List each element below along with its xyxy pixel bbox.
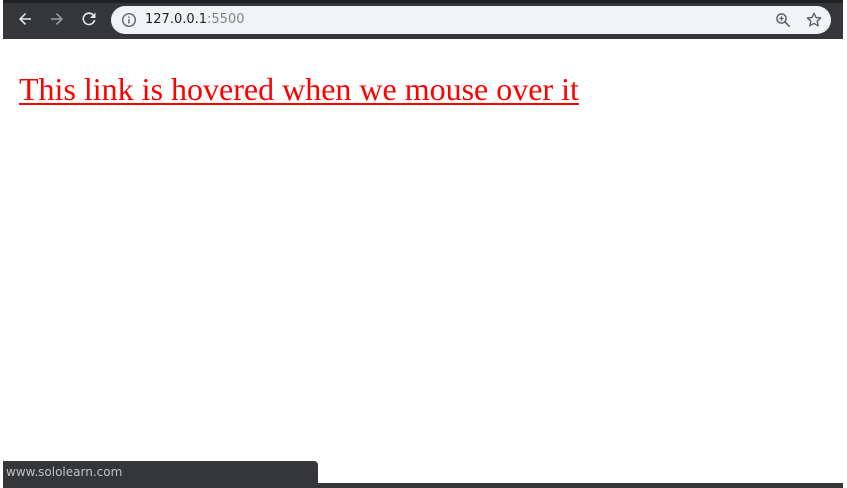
browser-toolbar: 127.0.0.1:5500 — [3, 0, 843, 39]
arrow-left-icon — [19, 13, 31, 25]
forward-button[interactable] — [46, 8, 68, 30]
back-button[interactable] — [14, 8, 36, 30]
page-content: This link is hovered when we mouse over … — [0, 39, 847, 482]
status-url: www.sololearn.com — [6, 465, 123, 479]
reload-icon — [82, 12, 96, 26]
reload-button[interactable] — [78, 8, 100, 30]
address-url[interactable]: 127.0.0.1:5500 — [145, 12, 245, 28]
arrow-right-icon — [51, 13, 63, 25]
zoom-icon[interactable] — [775, 12, 791, 28]
url-port: :5500 — [207, 12, 245, 27]
star-icon[interactable] — [805, 11, 823, 29]
hover-demo-link[interactable]: This link is hovered when we mouse over … — [19, 70, 579, 108]
tab-strip-edge — [3, 0, 843, 3]
status-bubble: www.sololearn.com — [3, 461, 318, 483]
address-bar[interactable]: 127.0.0.1:5500 — [111, 6, 831, 34]
info-icon[interactable] — [121, 12, 137, 28]
window-bottom-border — [3, 483, 843, 488]
url-host: 127.0.0.1 — [145, 12, 208, 27]
browser-window: 127.0.0.1:5500 This link is hovered when… — [0, 0, 847, 488]
